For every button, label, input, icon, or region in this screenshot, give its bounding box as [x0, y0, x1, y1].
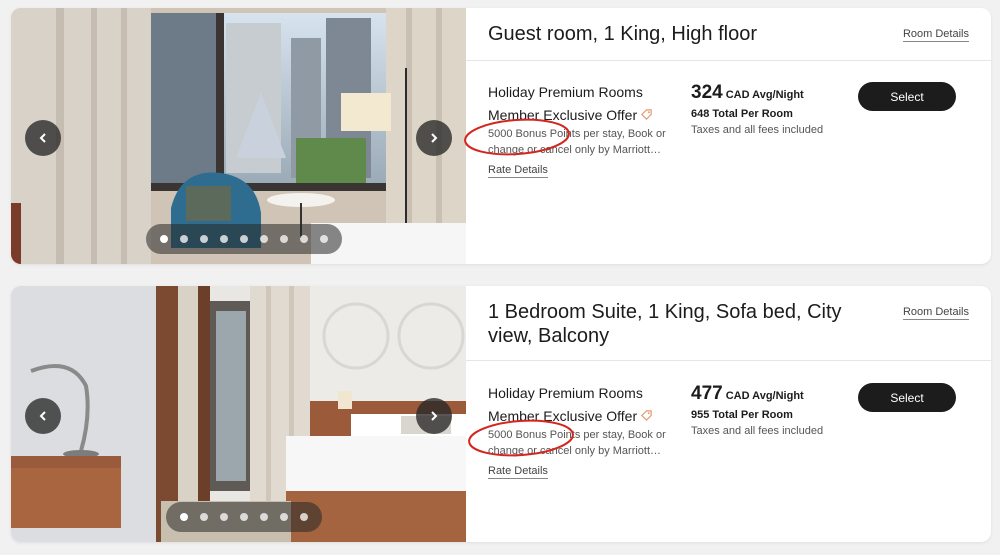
room-photo-carousel[interactable] [11, 286, 466, 542]
carousel-dot[interactable] [200, 235, 208, 243]
carousel-dots [146, 224, 342, 254]
carousel-dot[interactable] [300, 235, 308, 243]
rate-offer: Member Exclusive Offer [488, 405, 653, 428]
carousel-dot[interactable] [180, 513, 188, 521]
room-title: 1 Bedroom Suite, 1 King, Sofa bed, City … [488, 301, 842, 347]
rate-name-line2: Member Exclusive Offer [488, 408, 638, 424]
price-taxes: Taxes and all fees included [691, 425, 824, 437]
carousel-dot[interactable] [300, 513, 308, 521]
price-amount: 477 [691, 383, 723, 404]
carousel-dot[interactable] [280, 235, 288, 243]
carousel-dot[interactable] [160, 235, 168, 243]
rate-details-link[interactable]: Rate Details [488, 164, 548, 178]
rate-name-line1: Holiday Premium Rooms [488, 385, 643, 401]
room-details-link[interactable]: Room Details [902, 306, 969, 320]
carousel-next-button[interactable] [416, 398, 452, 434]
select-button[interactable]: Select [858, 383, 956, 412]
carousel-dot[interactable] [200, 513, 208, 521]
carousel-dot[interactable] [240, 513, 248, 521]
price-unit: CAD Avg/Night [725, 390, 804, 402]
room-card-guest-room: Guest room, 1 King, High floor Room Deta… [11, 8, 991, 264]
price-per-night: 477 CAD Avg/Night [691, 383, 804, 405]
rate-name-line2: Member Exclusive Offer [488, 107, 638, 123]
price-total: 648 Total Per Room [691, 108, 793, 120]
price-unit: CAD Avg/Night [725, 89, 804, 101]
chevron-right-icon [431, 133, 438, 143]
carousel-dot[interactable] [280, 513, 288, 521]
chevron-right-icon [431, 411, 438, 421]
carousel-dot[interactable] [240, 235, 248, 243]
price-per-night: 324 CAD Avg/Night [691, 82, 804, 104]
carousel-prev-button[interactable] [25, 120, 61, 156]
rate-offer: Member Exclusive Offer [488, 104, 653, 127]
divider [466, 360, 991, 361]
room-details-link[interactable]: Room Details [902, 28, 969, 42]
price-taxes: Taxes and all fees included [691, 124, 824, 136]
price-total: 955 Total Per Room [691, 409, 793, 421]
rate-name: Holiday Premium Rooms [488, 382, 643, 405]
room-photo-carousel[interactable] [11, 8, 466, 264]
carousel-dot[interactable] [260, 235, 268, 243]
room-card-suite: 1 Bedroom Suite, 1 King, Sofa bed, City … [11, 286, 991, 542]
carousel-dot[interactable] [180, 235, 188, 243]
room-title: Guest room, 1 King, High floor [488, 23, 758, 45]
carousel-prev-button[interactable] [25, 398, 61, 434]
carousel-dot[interactable] [260, 513, 268, 521]
chevron-left-icon [39, 411, 46, 421]
chevron-left-icon [39, 133, 46, 143]
carousel-dot[interactable] [320, 235, 328, 243]
carousel-dots [166, 502, 322, 532]
divider [466, 60, 991, 61]
price-amount: 324 [691, 82, 723, 103]
rate-details-link[interactable]: Rate Details [488, 465, 548, 479]
tag-icon [641, 410, 652, 421]
room-info: Guest room, 1 King, High floor Room Deta… [466, 8, 991, 264]
carousel-dot[interactable] [220, 513, 228, 521]
rate-description: 5000 Bonus Points per stay, Book or chan… [488, 128, 666, 156]
rate-description: 5000 Bonus Points per stay, Book or chan… [488, 429, 666, 457]
carousel-next-button[interactable] [416, 120, 452, 156]
room-info: 1 Bedroom Suite, 1 King, Sofa bed, City … [466, 286, 991, 542]
rate-name-line1: Holiday Premium Rooms [488, 84, 643, 100]
tag-icon [641, 109, 652, 120]
select-button[interactable]: Select [858, 82, 956, 111]
rate-name: Holiday Premium Rooms [488, 81, 643, 104]
carousel-dot[interactable] [220, 235, 228, 243]
